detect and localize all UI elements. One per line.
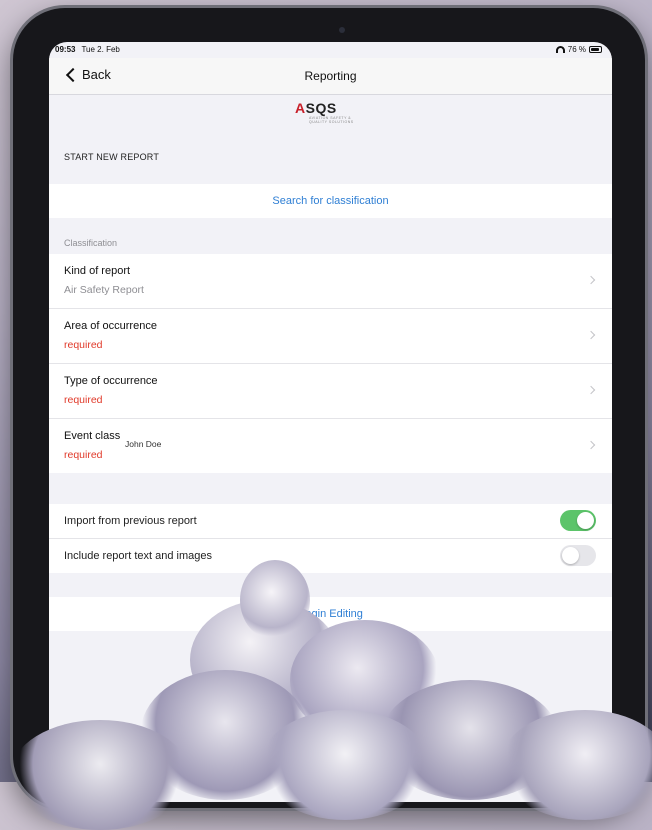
chevron-right-icon (586, 275, 596, 285)
wifi-icon (555, 46, 565, 53)
user-name-overlay: John Doe (123, 439, 164, 449)
row-title: Type of occurrence (64, 375, 158, 387)
row-kind-of-report[interactable]: Kind of report Air Safety Report (49, 254, 612, 308)
row-type-of-occurrence[interactable]: Type of occurrence required (49, 364, 612, 418)
start-new-report-label: START NEW REPORT (64, 152, 160, 162)
classification-section-header: Classification (64, 238, 118, 248)
status-date: Tue 2. Feb (81, 45, 120, 54)
toggle-knob (562, 547, 579, 564)
include-text-images-row: Include report text and images (49, 539, 612, 573)
chevron-right-icon (586, 440, 596, 450)
toggle-label: Include report text and images (64, 550, 212, 562)
logo-letters: SQS (305, 100, 337, 116)
camera-icon (339, 27, 345, 33)
status-time: 09:53 (55, 45, 76, 54)
row-required: required (64, 339, 103, 351)
toggle-knob (577, 512, 594, 529)
status-time-date: 09:53 Tue 2. Feb (55, 45, 120, 54)
battery-icon (589, 46, 602, 53)
include-text-images-toggle[interactable] (560, 545, 596, 566)
logo-letter-a: A (295, 100, 306, 116)
app-screen: 09:53 Tue 2. Feb 76 % Back Reporting ASQS… (49, 42, 612, 802)
battery-percent: 76 % (567, 45, 586, 54)
row-title: Area of occurrence (64, 320, 157, 332)
chevron-right-icon (586, 330, 596, 340)
row-value: Air Safety Report (64, 284, 144, 296)
row-title: Kind of report (64, 265, 131, 277)
search-classification-link[interactable]: Search for classification (49, 195, 612, 207)
row-area-of-occurrence[interactable]: Area of occurrence required (49, 309, 612, 363)
logo-tagline: AVIATION SAFETY & QUALITY SOLUTIONS (309, 116, 354, 124)
import-previous-report-row: Import from previous report (49, 504, 612, 538)
chevron-right-icon (586, 385, 596, 395)
asqs-logo: ASQS AVIATION SAFETY & QUALITY SOLUTIONS (295, 100, 367, 134)
row-required: required (64, 449, 103, 461)
row-title: Event class (64, 430, 121, 442)
toggle-label: Import from previous report (64, 515, 197, 527)
begin-editing-button[interactable]: Begin Editing (49, 608, 612, 620)
status-bar: 09:53 Tue 2. Feb 76 % (49, 42, 612, 58)
import-previous-toggle[interactable] (560, 510, 596, 531)
status-indicators: 76 % (555, 45, 602, 54)
navigation-bar: Back Reporting (49, 58, 612, 95)
row-required: required (64, 394, 103, 406)
page-title: Reporting (304, 69, 357, 83)
